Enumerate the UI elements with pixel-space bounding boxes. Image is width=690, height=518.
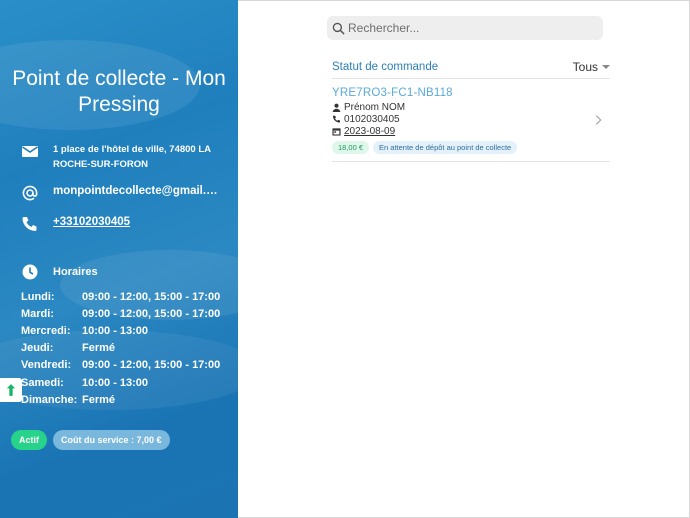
feedback-icon (6, 384, 16, 396)
order-tags: 18,00 € En attente de dépôt au point de … (332, 141, 518, 154)
hours-label: Horaires (53, 266, 98, 278)
email-row: monpointdecollecte@gmail.co... (20, 184, 223, 202)
order-price-badge: 18,00 € (332, 141, 370, 154)
hours-time: 10:00 - 13:00 (82, 376, 149, 389)
order-date-value: 2023-08-09 (344, 126, 396, 137)
status-filter-bar: Statut de commande Tous (332, 55, 610, 79)
order-id: YRE7RO3-FC1-NB118 (332, 87, 453, 99)
status-filter-dropdown[interactable]: Tous (573, 60, 610, 74)
active-badge: Actif (11, 430, 47, 450)
hours-row: Lundi: 09:00 - 12:00, 15:00 - 17:00 (21, 288, 220, 305)
hours-row: Samedi: 10:00 - 13:00 (21, 374, 220, 391)
phone-icon (22, 217, 37, 231)
hours-day: Dimanche: (21, 393, 78, 406)
hours-time: Fermé (82, 342, 116, 355)
orders-panel: Statut de commande Tous YRE7RO3-FC1-NB11… (238, 0, 690, 518)
hours-time: 09:00 - 12:00, 15:00 - 17:00 (82, 290, 221, 303)
hours-day: Vendredi: (21, 359, 72, 372)
calendar-icon (332, 128, 341, 136)
opening-hours: Lundi: 09:00 - 12:00, 15:00 - 17:00 Mardi… (21, 288, 220, 408)
order-customer-name: Prénom NOM (344, 102, 406, 113)
hours-row: Mercredi: 10:00 - 13:00 (21, 322, 220, 339)
collection-point-sidebar: Point de collecte - Mon Pressing 1 place… (0, 0, 238, 518)
search-icon (332, 22, 345, 35)
hours-day: Lundi: (21, 290, 55, 303)
service-cost-badge: Coût du service : 7,00 € (53, 430, 170, 450)
phone-row: +33102030405 (20, 215, 130, 233)
chevron-down-icon (602, 64, 610, 69)
phone-link[interactable]: +33102030405 (53, 215, 130, 230)
hours-day: Mardi: (21, 307, 54, 320)
hours-time: 09:00 - 12:00, 15:00 - 17:00 (82, 307, 221, 320)
at-icon (22, 185, 38, 201)
hours-time: 10:00 - 13:00 (82, 324, 149, 337)
order-date: 2023-08-09 (332, 126, 395, 137)
phone-icon (332, 115, 341, 123)
address-text: 1 place de l'hôtel de ville, 74800 LA RO… (53, 144, 211, 170)
email-text[interactable]: monpointdecollecte@gmail.co... (53, 184, 223, 199)
hours-row: Dimanche: Fermé (21, 391, 220, 408)
order-customer: Prénom NOM (332, 102, 405, 113)
hours-row: Mardi: 09:00 - 12:00, 15:00 - 17:00 (21, 305, 220, 322)
clock-icon (22, 264, 38, 280)
hours-time: Fermé (82, 393, 116, 406)
person-icon (332, 103, 341, 112)
chevron-right-icon (595, 115, 602, 125)
hours-row: Jeudi: Fermé (21, 340, 220, 357)
hours-header: Horaires (20, 263, 98, 281)
order-status-badge: En attente de dépôt au point de collecte (373, 141, 518, 154)
order-list-item[interactable]: YRE7RO3-FC1-NB118 Prénom NOM 0102030405 … (332, 82, 610, 162)
search-bar[interactable] (327, 16, 603, 40)
hours-day: Jeudi: (21, 342, 54, 355)
address-row: 1 place de l'hôtel de ville, 74800 LA RO… (20, 142, 218, 172)
search-input[interactable] (348, 21, 588, 35)
order-phone: 0102030405 (332, 114, 400, 125)
hours-row: Vendredi: 09:00 - 12:00, 15:00 - 17:00 (21, 357, 220, 374)
collection-point-title: Point de collecte - Mon Pressing (12, 67, 226, 116)
status-badges: Actif Coût du service : 7,00 € (11, 430, 170, 450)
feedback-tab[interactable] (0, 378, 22, 402)
order-phone-number: 0102030405 (344, 114, 400, 125)
hours-time: 09:00 - 12:00, 15:00 - 17:00 (82, 359, 221, 372)
mail-icon (22, 146, 38, 157)
hours-day: Samedi: (21, 376, 64, 389)
status-filter-label: Statut de commande (332, 60, 439, 73)
hours-day: Mercredi: (21, 324, 71, 337)
status-filter-value: Tous (572, 59, 598, 74)
